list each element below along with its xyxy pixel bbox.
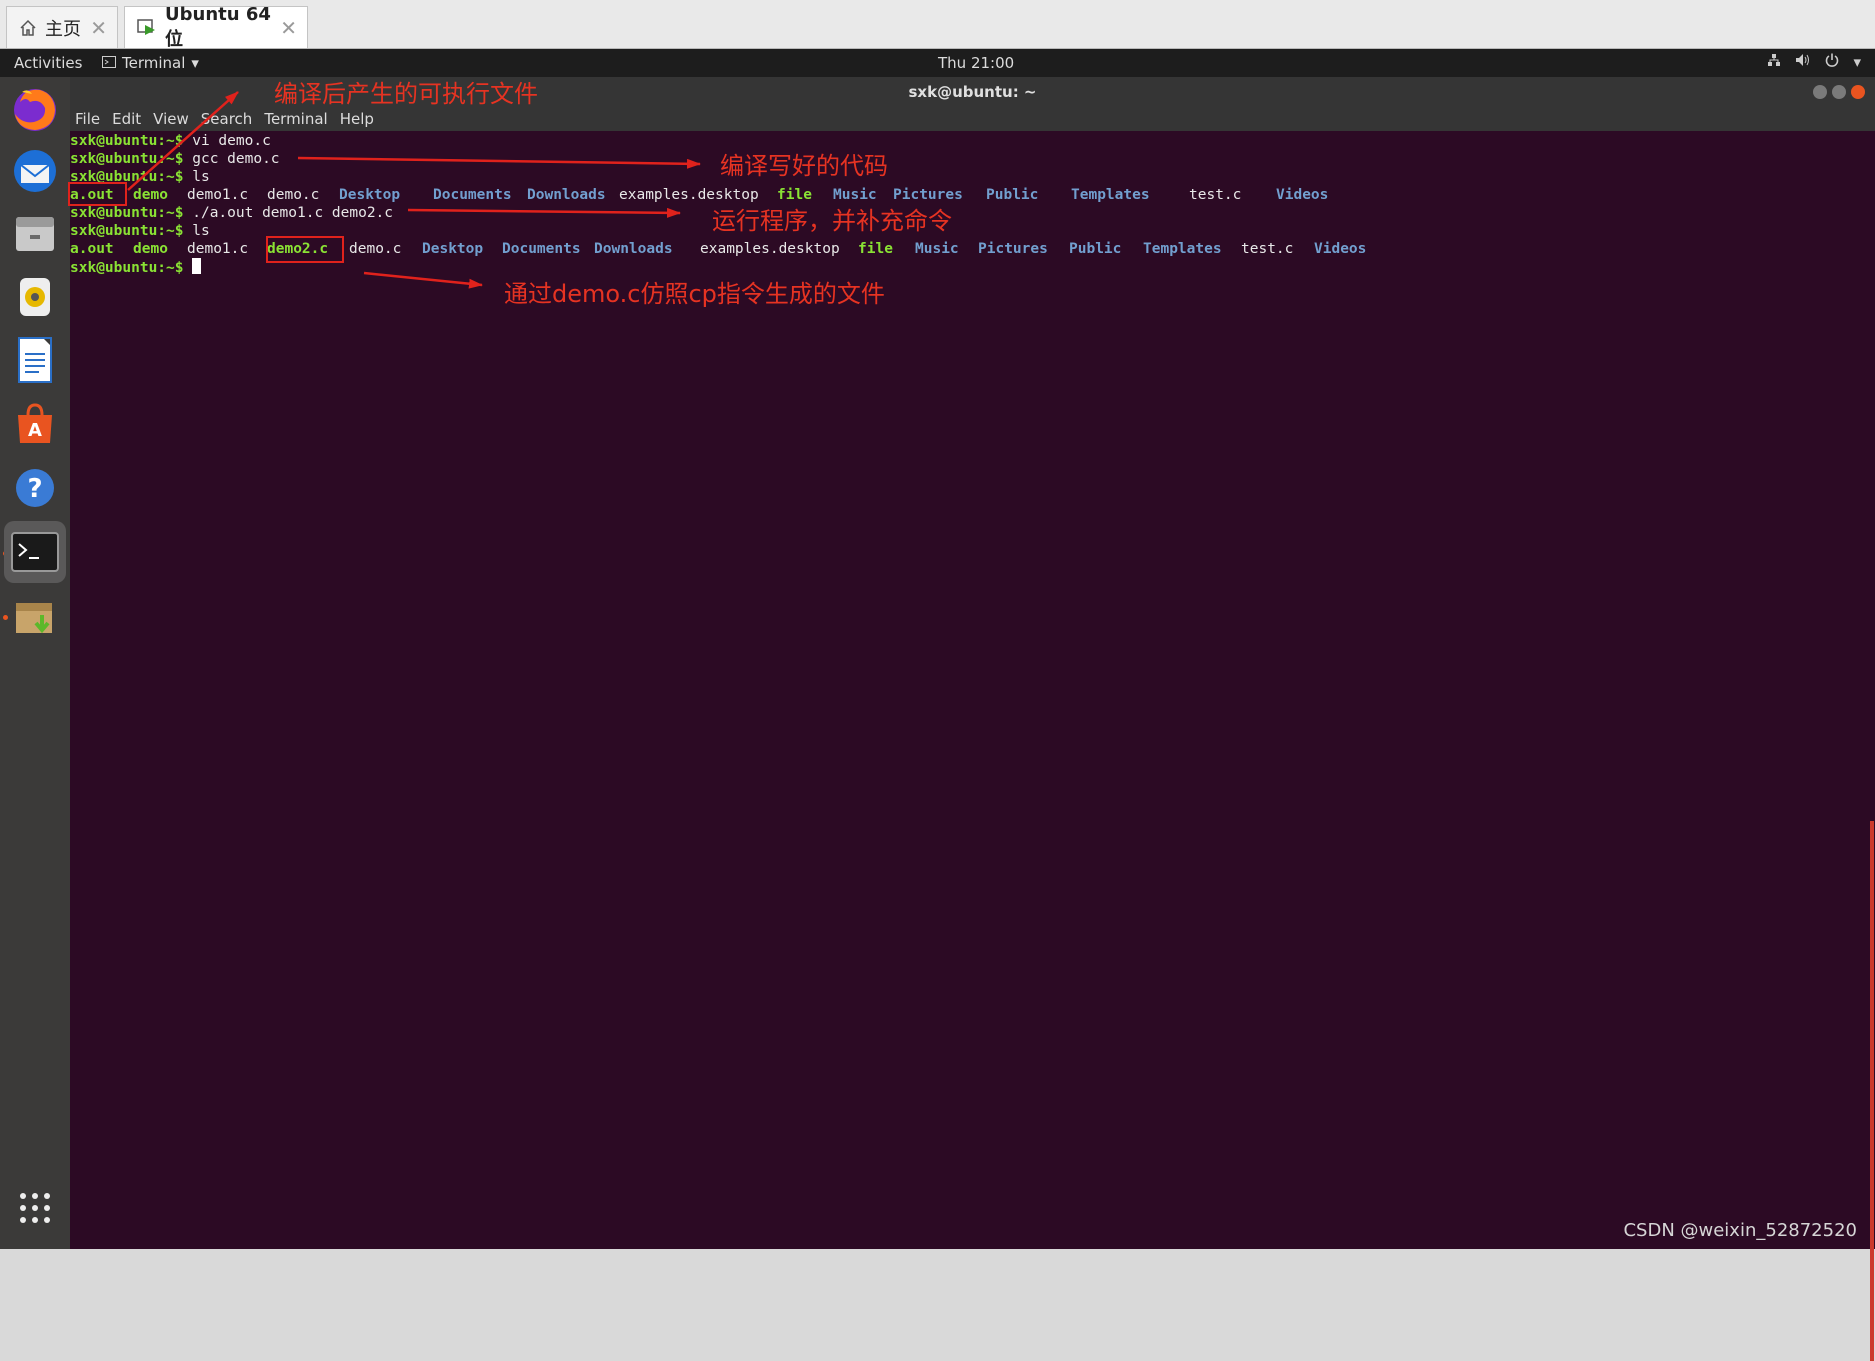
- app-menu[interactable]: Terminal ▾: [102, 54, 199, 72]
- command: ./a.out demo1.c demo2.c: [183, 205, 394, 221]
- annotation-generated: 通过demo.c仿照cp指令生成的文件: [504, 280, 885, 308]
- minimize-button[interactable]: [1813, 85, 1827, 99]
- menu-help[interactable]: Help: [340, 110, 374, 128]
- software-center-icon[interactable]: A: [8, 397, 62, 451]
- terminal-line-vi: sxk@ubuntu:~$ vi demo.c: [70, 132, 271, 150]
- tab-home-label: 主页: [45, 18, 81, 40]
- ls-entry: Desktop: [339, 187, 401, 203]
- ls-entry: a.out: [70, 241, 114, 257]
- terminal-small-icon: [102, 54, 116, 72]
- power-icon: [1825, 53, 1839, 71]
- terminal-line-run: sxk@ubuntu:~$ ./a.out demo1.c demo2.c: [70, 204, 393, 222]
- menu-file[interactable]: File: [75, 110, 100, 128]
- svg-text:A: A: [28, 420, 42, 441]
- ls-entry: Templates: [1071, 187, 1150, 203]
- ls-entry: Music: [915, 241, 959, 257]
- terminal-line-current: sxk@ubuntu:~$: [70, 258, 202, 276]
- scrollbar[interactable]: [1870, 821, 1874, 1361]
- system-tray[interactable]: ▾: [1767, 53, 1861, 71]
- command: gcc demo.c: [183, 151, 280, 167]
- show-applications-icon[interactable]: [8, 1181, 62, 1235]
- gnome-top-bar: Activities Terminal ▾ Thu 21:00 ▾: [0, 49, 1875, 77]
- firefox-icon[interactable]: [8, 82, 62, 136]
- app-menu-label: Terminal: [122, 54, 186, 72]
- rhythmbox-icon[interactable]: [8, 270, 62, 324]
- terminal-icon[interactable]: [4, 521, 66, 583]
- chevron-down-icon: ▾: [1853, 53, 1861, 71]
- clock[interactable]: Thu 21:00: [938, 54, 1014, 72]
- command: vi demo.c: [183, 133, 271, 149]
- dock: A ?: [0, 77, 70, 1249]
- ls-entry: Downloads: [594, 241, 673, 257]
- ls-entry: Downloads: [527, 187, 606, 203]
- prompt: sxk@ubuntu:~$: [70, 133, 184, 149]
- ls-entry: Documents: [433, 187, 512, 203]
- command: ls: [183, 169, 210, 185]
- highlight-aout: [68, 182, 127, 206]
- ls-entry: demo: [133, 241, 168, 257]
- prompt: sxk@ubuntu:~$: [70, 223, 184, 239]
- menu-view[interactable]: View: [153, 110, 189, 128]
- chevron-down-icon: ▾: [191, 54, 199, 72]
- ls-entry: file: [858, 241, 893, 257]
- volume-icon: [1795, 53, 1811, 71]
- watermark: CSDN @weixin_52872520: [1623, 1220, 1857, 1241]
- help-icon[interactable]: ?: [8, 461, 62, 515]
- maximize-button[interactable]: [1832, 85, 1846, 99]
- ls-entry: Templates: [1143, 241, 1222, 257]
- ls-entry: Public: [986, 187, 1039, 203]
- writer-icon[interactable]: [8, 333, 62, 387]
- ls-entry: Pictures: [978, 241, 1048, 257]
- files-icon[interactable]: [8, 207, 62, 261]
- ls-entry: demo: [133, 187, 168, 203]
- text-cursor: [192, 258, 202, 274]
- ls-entry: demo.c: [267, 187, 320, 203]
- ls-entry: Videos: [1314, 241, 1367, 257]
- terminal-output[interactable]: sxk@ubuntu:~$ vi demo.c sxk@ubuntu:~$ gc…: [70, 131, 1875, 1361]
- vm-icon: [137, 18, 157, 37]
- command: ls: [183, 223, 210, 239]
- home-icon: [19, 19, 37, 37]
- ls-entry: Videos: [1276, 187, 1329, 203]
- command: [184, 260, 193, 276]
- ls-entry: Public: [1069, 241, 1122, 257]
- close-icon[interactable]: ✕: [90, 16, 107, 40]
- prompt: sxk@ubuntu:~$: [70, 151, 184, 167]
- tab-ubuntu[interactable]: Ubuntu 64 位 ✕: [124, 4, 308, 50]
- annotation-executable: 编译后产生的可执行文件: [274, 80, 538, 108]
- ls-entry: examples.desktop: [700, 241, 840, 257]
- tab-home[interactable]: 主页 ✕: [6, 6, 118, 48]
- ls-entry: demo.c: [349, 241, 402, 257]
- ls-entry: test.c: [1241, 241, 1294, 257]
- terminal-line-ls2: sxk@ubuntu:~$ ls: [70, 222, 210, 240]
- close-button[interactable]: [1851, 85, 1865, 99]
- prompt: sxk@ubuntu:~$: [70, 260, 184, 276]
- prompt: sxk@ubuntu:~$: [70, 205, 184, 221]
- ls-entry: demo1.c: [187, 241, 249, 257]
- vm-tab-bar: 主页 ✕ Ubuntu 64 位 ✕: [0, 0, 1875, 50]
- ls-entry: test.c: [1189, 187, 1242, 203]
- close-icon[interactable]: ✕: [280, 16, 297, 40]
- ls-entry: demo1.c: [187, 187, 249, 203]
- thunderbird-icon[interactable]: [8, 144, 62, 198]
- annotation-run: 运行程序，并补充命令: [712, 207, 952, 235]
- tab-ubuntu-label: Ubuntu 64 位: [165, 4, 271, 50]
- menu-search[interactable]: Search: [201, 110, 253, 128]
- svg-text:?: ?: [27, 474, 42, 504]
- menu-terminal[interactable]: Terminal: [264, 110, 327, 128]
- ls-entry: Desktop: [422, 241, 484, 257]
- archive-install-icon[interactable]: [8, 589, 62, 643]
- annotation-compile: 编译写好的代码: [720, 152, 888, 180]
- activities-button[interactable]: Activities: [14, 54, 82, 72]
- highlight-demo2: [266, 236, 344, 263]
- ls-entry: Documents: [502, 241, 581, 257]
- terminal-line-gcc: sxk@ubuntu:~$ gcc demo.c: [70, 150, 280, 168]
- menu-edit[interactable]: Edit: [112, 110, 141, 128]
- network-icon: [1767, 53, 1781, 71]
- menu-bar: File Edit View Search Terminal Help: [70, 107, 1875, 131]
